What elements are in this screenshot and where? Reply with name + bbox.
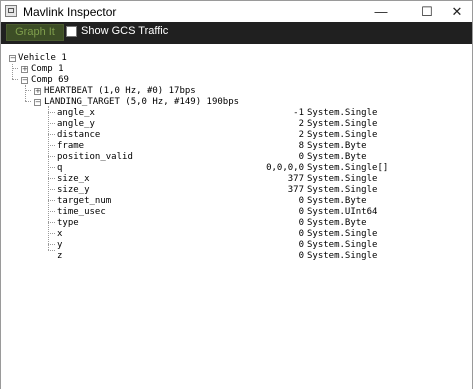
window-title: Mavlink Inspector: [23, 5, 117, 19]
field-type: System.Single: [307, 108, 378, 118]
maximize-button[interactable]: ☐: [412, 1, 442, 22]
field-value: 377: [287, 185, 304, 195]
tree-node-comp-1[interactable]: Comp 1: [31, 64, 64, 75]
field-type: System.UInt64: [307, 207, 378, 217]
message-tree[interactable]: − Vehicle 1 + Comp 1 − Comp 69 + HEARTBE…: [1, 44, 472, 389]
field-row[interactable]: x 0 System.Single: [1, 229, 474, 240]
field-name: frame: [57, 141, 85, 151]
field-row[interactable]: z 0 System.Single: [1, 251, 474, 262]
tree-connector: [25, 101, 31, 102]
tree-node-heartbeat[interactable]: HEARTBEAT (1,0 Hz, #0) 17bps: [44, 86, 196, 97]
field-row[interactable]: position_valid 0 System.Byte: [1, 152, 474, 163]
app-window-icon: [5, 5, 17, 17]
collapse-icon[interactable]: −: [21, 77, 28, 84]
field-value: 0: [298, 152, 304, 162]
graph-it-button[interactable]: Graph It: [6, 24, 64, 41]
field-row[interactable]: angle_x -1 System.Single: [1, 108, 474, 119]
tree-node-comp-69[interactable]: Comp 69: [31, 75, 69, 86]
field-type: System.Byte: [307, 152, 367, 162]
field-type: System.Single: [307, 130, 378, 140]
tree-connector: [12, 68, 18, 69]
field-value: 0,0,0,0: [266, 163, 304, 173]
field-name: y: [57, 240, 63, 250]
field-type: System.Single: [307, 251, 378, 261]
field-row[interactable]: size_y 377 System.Single: [1, 185, 474, 196]
field-type: System.Single: [307, 174, 378, 184]
field-type: System.Byte: [307, 196, 367, 206]
field-value: 0: [298, 240, 304, 250]
field-type: System.Single: [307, 119, 378, 129]
field-row[interactable]: y 0 System.Single: [1, 240, 474, 251]
field-value: 2: [298, 119, 304, 129]
field-row[interactable]: q 0,0,0,0 System.Single[]: [1, 163, 474, 174]
show-gcs-traffic-label[interactable]: Show GCS Traffic: [81, 25, 168, 37]
mavlink-inspector-window: Mavlink Inspector — ☐ ✕ Graph It Show GC…: [0, 0, 473, 389]
field-value: 0: [298, 229, 304, 239]
field-name: x: [57, 229, 63, 239]
field-type: System.Byte: [307, 218, 367, 228]
field-type: System.Single: [307, 240, 378, 250]
field-value: -1: [293, 108, 304, 118]
tree-connector: [25, 85, 26, 101]
field-value: 2: [298, 130, 304, 140]
title-bar[interactable]: Mavlink Inspector — ☐ ✕: [1, 1, 472, 22]
field-row[interactable]: size_x 377 System.Single: [1, 174, 474, 185]
field-name: time_usec: [57, 207, 106, 217]
collapse-icon[interactable]: −: [34, 99, 41, 106]
tree-node-landing-target[interactable]: LANDING_TARGET (5,0 Hz, #149) 190bps: [44, 97, 239, 108]
field-type: System.Single[]: [307, 163, 389, 173]
tree-connector: [12, 79, 18, 80]
field-name: position_valid: [57, 152, 133, 162]
close-button[interactable]: ✕: [442, 1, 472, 22]
field-type: System.Single: [307, 185, 378, 195]
expand-icon[interactable]: +: [21, 66, 28, 73]
tree-connector: [12, 64, 13, 79]
field-row[interactable]: time_usec 0 System.UInt64: [1, 207, 474, 218]
field-name: size_y: [57, 185, 90, 195]
show-gcs-traffic-checkbox[interactable]: [66, 26, 77, 37]
field-value: 0: [298, 207, 304, 217]
field-name: z: [57, 251, 63, 261]
tree-node-vehicle[interactable]: Vehicle 1: [18, 53, 67, 64]
field-name: type: [57, 218, 79, 228]
tree-connector: [25, 90, 31, 91]
field-row[interactable]: frame 8 System.Byte: [1, 141, 474, 152]
expand-icon[interactable]: +: [34, 88, 41, 95]
field-name: target_num: [57, 196, 112, 206]
field-row[interactable]: type 0 System.Byte: [1, 218, 474, 229]
toolbar: Graph It Show GCS Traffic: [1, 22, 472, 44]
field-value: 0: [298, 196, 304, 206]
field-value: 0: [298, 251, 304, 261]
field-value: 8: [298, 141, 304, 151]
field-value: 0: [298, 218, 304, 228]
minimize-button[interactable]: —: [366, 1, 396, 22]
field-row[interactable]: angle_y 2 System.Single: [1, 119, 474, 130]
field-name: size_x: [57, 174, 90, 184]
field-name: angle_x: [57, 108, 95, 118]
field-value: 377: [287, 174, 304, 184]
collapse-icon[interactable]: −: [9, 55, 16, 62]
field-type: System.Single: [307, 229, 378, 239]
field-row[interactable]: distance 2 System.Single: [1, 130, 474, 141]
field-name: angle_y: [57, 119, 95, 129]
field-row[interactable]: target_num 0 System.Byte: [1, 196, 474, 207]
field-name: distance: [57, 130, 101, 140]
field-name: q: [57, 163, 63, 173]
field-type: System.Byte: [307, 141, 367, 151]
